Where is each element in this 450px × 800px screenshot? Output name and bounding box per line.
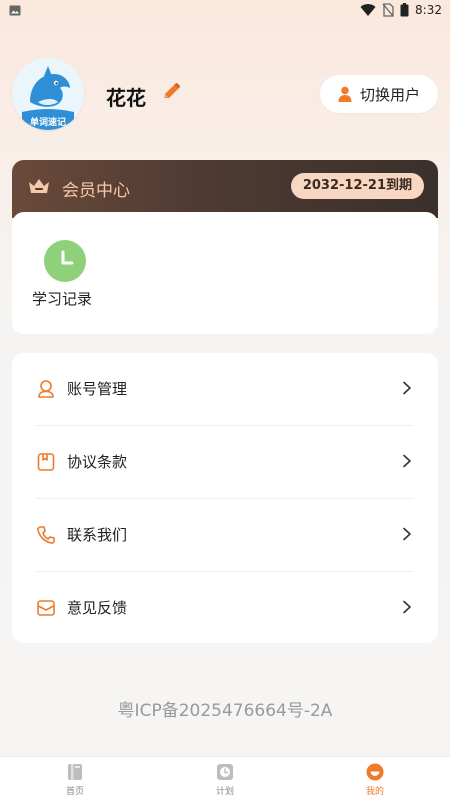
study-record-label: 学习记录 — [32, 290, 93, 308]
tab-label-mine: 我的 — [365, 787, 384, 797]
feedback-icon — [37, 600, 55, 616]
menu-label-feedback: 意见反馈 — [67, 599, 128, 617]
clock-icon — [44, 240, 86, 282]
status-bar: 8:32 — [0, 0, 450, 22]
study-record-button[interactable]: 学习记录 — [32, 240, 100, 310]
image-notification-icon — [9, 5, 21, 16]
tab-mine[interactable]: 我的 — [300, 757, 450, 800]
chevron-right-icon — [403, 454, 411, 468]
menu-label-agreement: 协议条款 — [67, 453, 128, 471]
menu-item-agreement[interactable]: 协议条款 — [36, 426, 414, 499]
menu-item-account[interactable]: 账号管理 — [36, 353, 414, 426]
account-icon — [38, 380, 54, 398]
wifi-icon — [360, 4, 376, 17]
plan-clock-icon — [217, 764, 233, 780]
tab-home[interactable]: 首页 — [0, 757, 150, 800]
tab-label-plan: 计划 — [215, 787, 234, 797]
tab-plan[interactable]: 计划 — [150, 757, 300, 800]
username: 花花 — [106, 86, 146, 110]
battery-icon — [400, 3, 409, 17]
phone-icon — [37, 526, 55, 544]
tab-label-home: 首页 — [65, 787, 84, 797]
vip-center-title: 会员中心 — [62, 181, 130, 201]
study-record-card: 学习记录 — [12, 212, 438, 334]
menu-item-contact[interactable]: 联系我们 — [36, 499, 414, 572]
bottom-tab-bar: 首页 计划 我的 — [0, 756, 450, 800]
chevron-right-icon — [403, 527, 411, 541]
menu-item-feedback[interactable]: 意见反馈 — [36, 572, 414, 645]
user-icon — [338, 86, 352, 102]
crown-icon — [29, 179, 49, 193]
switch-user-button[interactable]: 切换用户 — [320, 75, 438, 113]
status-time: 8:32 — [415, 3, 442, 17]
chevron-right-icon — [403, 600, 411, 614]
agreement-icon — [37, 453, 55, 471]
menu-label-account: 账号管理 — [67, 380, 128, 398]
menu-label-contact: 联系我们 — [67, 526, 128, 544]
vip-expiry-badge: 2032-12-21到期 — [290, 173, 424, 199]
profile-face-icon — [366, 763, 384, 781]
chevron-right-icon — [403, 381, 411, 395]
settings-menu: 账号管理 协议条款 联系我们 意见反馈 — [12, 353, 438, 643]
edit-pencil-icon[interactable] — [160, 81, 182, 103]
icp-record-number[interactable]: 粤ICP备2025476664号-2A — [0, 696, 450, 721]
book-icon — [68, 764, 82, 780]
profile-header: 单词速记 花花 切换用户 — [12, 58, 438, 130]
avatar[interactable]: 单词速记 — [12, 58, 84, 130]
avatar-text: 单词速记 — [29, 118, 66, 128]
switch-user-label: 切换用户 — [359, 85, 420, 104]
vip-center-banner[interactable]: 会员中心 2032-12-21到期 — [12, 160, 438, 218]
no-sim-icon — [382, 3, 394, 17]
